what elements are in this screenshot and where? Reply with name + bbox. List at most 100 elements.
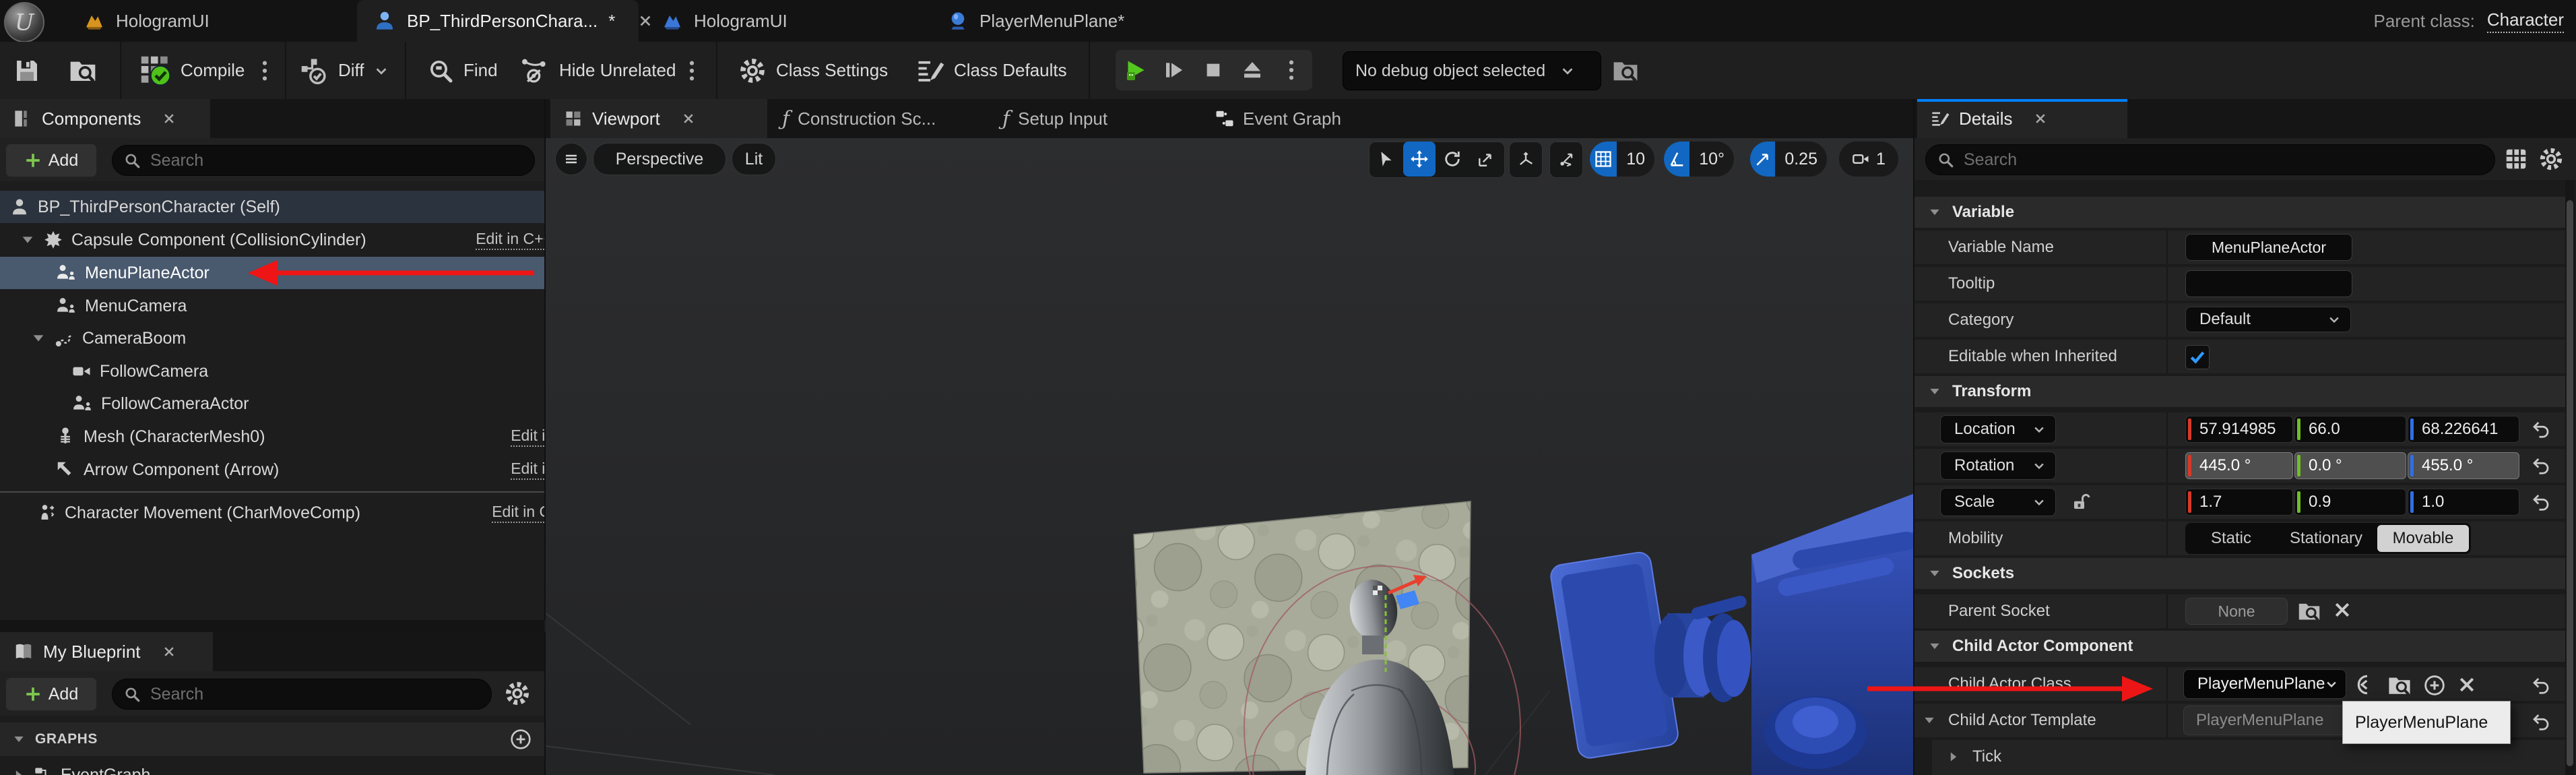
hide-unrelated-options-button[interactable] bbox=[684, 42, 699, 99]
variable-name-field[interactable]: MenuPlaneActor bbox=[2185, 234, 2352, 261]
diff-button[interactable]: Diff bbox=[300, 42, 389, 99]
stop-button[interactable] bbox=[1194, 50, 1233, 90]
expander-down-icon[interactable] bbox=[1928, 640, 1941, 653]
my-blueprint-search[interactable] bbox=[112, 679, 492, 710]
editable-checkbox[interactable] bbox=[2185, 345, 2210, 369]
scale-z-field[interactable]: 1.0 bbox=[2408, 489, 2519, 516]
find-button[interactable]: Find bbox=[427, 42, 498, 99]
column-divider[interactable] bbox=[2166, 485, 2168, 519]
debug-browse-button[interactable] bbox=[1611, 42, 1640, 99]
section-header-transform[interactable]: Transform bbox=[1914, 376, 2565, 407]
property-matrix-icon[interactable] bbox=[2503, 146, 2529, 172]
compile-options-button[interactable] bbox=[257, 42, 272, 99]
section-header-child-actor-component[interactable]: Child Actor Component bbox=[1914, 631, 2565, 662]
tab-setup-input[interactable]: ƒ Setup Input bbox=[997, 99, 1113, 138]
add-graph-icon[interactable] bbox=[509, 728, 532, 751]
graph-row-eventgraph[interactable]: EventGraph bbox=[0, 759, 544, 775]
component-row-self[interactable]: BP_ThirdPersonCharacter (Self) bbox=[0, 191, 546, 223]
perspective-dropdown[interactable]: Perspective bbox=[593, 143, 726, 175]
asset-tab-bp-thirdpersoncharacter[interactable]: BP_ThirdPersonChara... * bbox=[357, 0, 639, 42]
socket-browse-icon[interactable] bbox=[2297, 600, 2321, 623]
location-z-field[interactable]: 68.226641 bbox=[2408, 416, 2519, 443]
location-y-field[interactable]: 66.0 bbox=[2294, 416, 2406, 443]
debug-object-dropdown[interactable]: No debug object selected bbox=[1343, 51, 1601, 90]
child-actor-template-field[interactable]: PlayerMenuPlane bbox=[2183, 706, 2346, 735]
close-icon[interactable] bbox=[682, 112, 695, 125]
camera-speed-control[interactable]: 1 bbox=[1839, 142, 1898, 177]
parent-class-link[interactable]: Character bbox=[2487, 9, 2564, 33]
tab-my-blueprint[interactable]: My Blueprint bbox=[0, 632, 213, 671]
components-search-input[interactable] bbox=[149, 150, 523, 171]
column-divider[interactable] bbox=[2166, 340, 2168, 373]
column-divider[interactable] bbox=[2166, 412, 2168, 446]
play-button[interactable] bbox=[1116, 50, 1155, 90]
section-header-variable[interactable]: Variable bbox=[1914, 197, 2565, 228]
hide-unrelated-button[interactable]: Hide Unrelated bbox=[520, 42, 676, 99]
move-tool-button[interactable] bbox=[1403, 142, 1436, 177]
save-button[interactable] bbox=[13, 42, 40, 99]
tab-details[interactable]: Details bbox=[1917, 99, 2127, 138]
edit-in-cpp-link[interactable]: Edit in C++ bbox=[511, 427, 546, 447]
scale-lock-icon[interactable] bbox=[2071, 492, 2091, 512]
expander-down-icon[interactable] bbox=[1923, 714, 1936, 727]
component-row-capsule[interactable]: Capsule Component (CollisionCylinder) Ed… bbox=[0, 224, 546, 256]
tab-components[interactable]: Components bbox=[0, 99, 210, 138]
tooltip-field[interactable] bbox=[2185, 270, 2352, 297]
component-row-charactermovement[interactable]: Character Movement (CharMoveComp) Edit i… bbox=[0, 497, 546, 529]
section-header-sockets[interactable]: Sockets bbox=[1914, 558, 2565, 589]
close-icon[interactable] bbox=[2034, 112, 2047, 125]
component-row-followcamera[interactable]: FollowCamera bbox=[0, 355, 546, 388]
column-divider[interactable] bbox=[2166, 449, 2168, 483]
column-divider[interactable] bbox=[2166, 704, 2168, 737]
asset-tab-hologramui-level[interactable]: HologramUI bbox=[67, 0, 226, 42]
reset-class-button[interactable] bbox=[2529, 674, 2553, 697]
component-row-menuplaneactor[interactable]: MenuPlaneActor bbox=[0, 257, 546, 289]
expander-right-icon[interactable] bbox=[12, 768, 26, 775]
use-selected-asset-icon[interactable] bbox=[2352, 674, 2375, 695]
mobility-movable-button[interactable]: Movable bbox=[2377, 525, 2469, 552]
blueprint-settings-gear-icon[interactable] bbox=[504, 680, 531, 707]
add-blueprint-item-button[interactable]: Add bbox=[5, 677, 97, 711]
panel-splitter[interactable] bbox=[0, 620, 544, 632]
components-search[interactable] bbox=[112, 145, 535, 176]
category-dropdown[interactable]: Default bbox=[2185, 307, 2351, 332]
component-row-arrow[interactable]: Arrow Component (Arrow) Edit in C++ bbox=[0, 454, 546, 486]
expander-down-icon[interactable] bbox=[20, 232, 35, 247]
rotate-tool-button[interactable] bbox=[1436, 142, 1469, 177]
class-settings-button[interactable]: Class Settings bbox=[738, 42, 888, 99]
edit-in-cpp-link[interactable]: Edit in C++ bbox=[492, 503, 546, 523]
rotation-dropdown[interactable]: Rotation bbox=[1940, 452, 2056, 480]
browse-to-asset-icon[interactable] bbox=[2387, 674, 2412, 697]
unreal-logo-icon[interactable]: U bbox=[4, 2, 44, 42]
expander-down-icon[interactable] bbox=[1928, 206, 1941, 219]
column-divider[interactable] bbox=[2166, 267, 2168, 301]
location-dropdown[interactable]: Location bbox=[1940, 415, 2056, 443]
viewport-options-menu-button[interactable] bbox=[555, 143, 587, 175]
column-divider[interactable] bbox=[2166, 230, 2168, 264]
component-row-cameraboom[interactable]: CameraBoom bbox=[0, 322, 546, 354]
rotation-snap-control[interactable]: 10° bbox=[1664, 142, 1734, 177]
asset-tab-hologramui-blueprint[interactable]: HologramUI bbox=[645, 0, 804, 42]
rotation-y-field[interactable]: 0.0 ° bbox=[2294, 452, 2406, 479]
select-tool-button[interactable] bbox=[1370, 142, 1403, 177]
details-search-input[interactable] bbox=[1962, 150, 2484, 170]
component-row-menucamera[interactable]: MenuCamera bbox=[0, 290, 546, 322]
reset-rotation-button[interactable] bbox=[2529, 454, 2553, 477]
details-search[interactable] bbox=[1925, 144, 2495, 175]
asset-tab-playermenuplane[interactable]: PlayerMenuPlane* bbox=[931, 0, 1140, 42]
grid-snap-control[interactable]: 10 bbox=[1590, 142, 1654, 177]
viewport-3d-scene[interactable] bbox=[546, 138, 1913, 775]
coordinate-space-button[interactable] bbox=[1509, 142, 1543, 178]
location-x-field[interactable]: 57.914985 bbox=[2185, 416, 2293, 443]
mobility-static-button[interactable]: Static bbox=[2187, 525, 2275, 552]
expander-right-icon[interactable] bbox=[1947, 750, 1960, 764]
close-icon[interactable] bbox=[162, 645, 176, 658]
row-tick[interactable]: Tick bbox=[1932, 740, 2565, 775]
edit-in-cpp-link[interactable]: Edit in C++ bbox=[511, 460, 546, 480]
graphs-section-header[interactable]: GRAPHS bbox=[0, 722, 546, 756]
details-scrollbar-thumb[interactable] bbox=[2567, 200, 2573, 766]
my-blueprint-search-input[interactable] bbox=[149, 684, 480, 705]
play-options-button[interactable] bbox=[1272, 50, 1311, 90]
column-divider[interactable] bbox=[2166, 594, 2168, 628]
tab-viewport[interactable]: Viewport bbox=[550, 99, 767, 138]
